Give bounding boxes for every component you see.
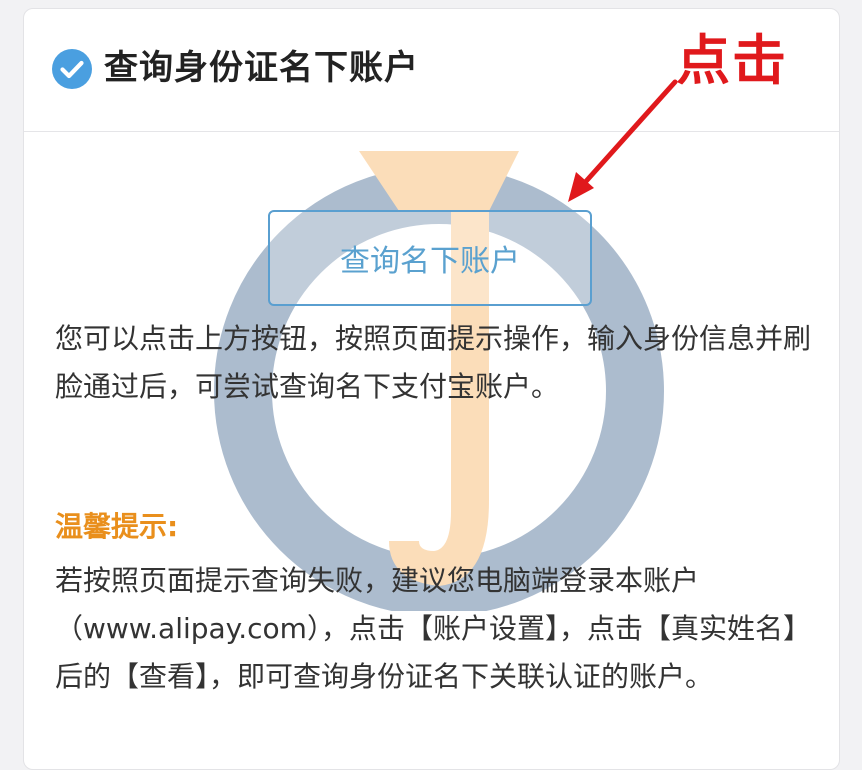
annotation-arrow-icon [568, 79, 678, 202]
query-accounts-button[interactable]: 查询名下账户 [268, 210, 592, 306]
check-circle-icon [52, 49, 92, 89]
description-text: 您可以点击上方按钮，按照页面提示操作，输入身份信息并刷脸通过后，可尝试查询名下支… [55, 322, 812, 403]
account-query-card: 查询身份证名下账户 查询名下账户 您可以点击上方按钮，按照页面提示操作，输入身份… [23, 8, 840, 770]
tip-title: 温馨提示: [55, 510, 179, 543]
tip-body-text: 若按照页面提示查询失败，建议您电脑端登录本账户（www.alipay.com），… [55, 564, 811, 693]
page-title: 查询身份证名下账户 [104, 48, 419, 88]
